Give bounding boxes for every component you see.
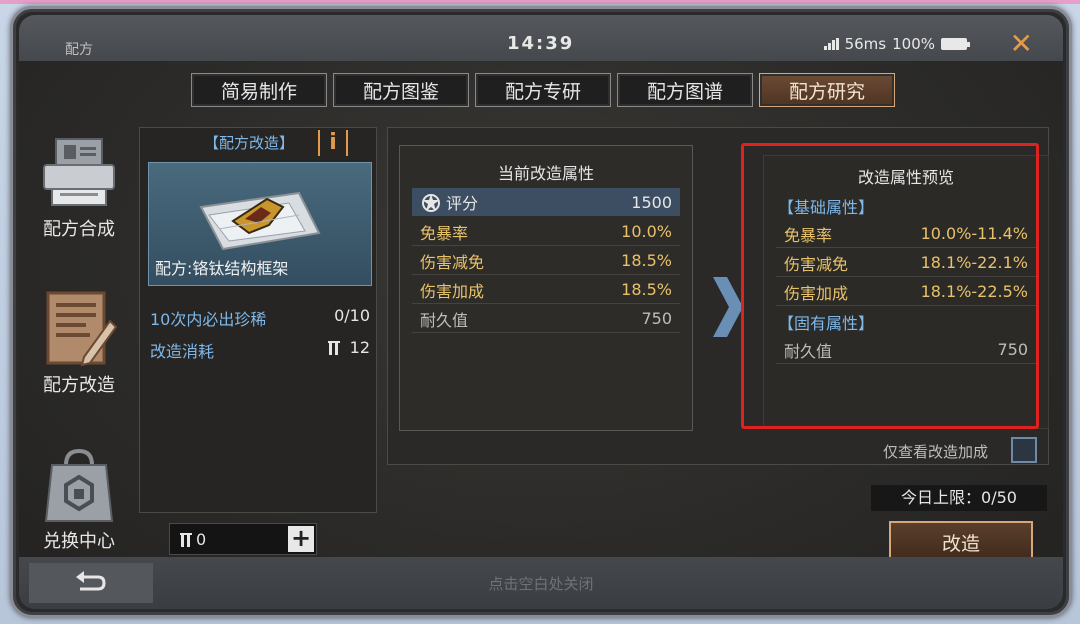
sidebar-item-recipe-synthesis[interactable]: 配方合成 [27,135,131,241]
attr-label: 免暴率 [420,223,469,243]
background-strip [0,0,1080,4]
tap-to-close-hint: 点击空白处关闭 [488,575,594,593]
sidebar-item-exchange-center[interactable]: 兑换中心 [27,447,131,553]
only-view-label: 仅查看改造加成 [883,443,989,461]
attr-value: 10.0% [621,222,672,241]
star-badge-icon [422,194,440,212]
battery-icon [941,38,970,50]
preview-attr-row: 伤害减免 18.1%-22.1% [776,249,1036,277]
device-frame: 配方 14:39 56ms 100% ✕ 简易制作 配方图鉴 配方专研 配方图谱… [10,6,1072,618]
guarantee-row: 10次内必出珍稀 0/10 [150,306,370,330]
attr-row: 伤害加成 18.5% [412,276,680,304]
plus-button[interactable]: + [288,526,314,552]
test-tube-icon [327,340,340,355]
basic-attributes-label: 【基础属性】 [778,198,875,217]
cost-row: 改造消耗 12 [150,338,370,362]
sidebar-item-label: 兑换中心 [43,531,115,552]
attr-value: 18.5% [621,280,672,299]
cost-value-group: 12 [327,338,370,362]
sidebar-item-recipe-modify[interactable]: 配方改造 [27,291,131,397]
tab-bar: 简易制作 配方图鉴 配方专研 配方图谱 配方研究 [191,73,895,107]
signal-icon [823,38,839,50]
recipe-header: 【配方改造】 [204,134,295,152]
top-bar: 配方 14:39 56ms 100% ✕ [19,15,1063,61]
preview-attr-row: 耐久值 750 [776,336,1036,364]
attr-label: 伤害减免 [784,254,849,274]
daily-limit: 今日上限：0/50 [871,485,1047,511]
sidebar: 配方合成 配方改造 兑换中心 [19,115,137,555]
quantity-stepper[interactable]: 0 + [169,523,317,555]
score-value: 1500 [631,192,672,212]
attr-value: 18.5% [621,251,672,270]
quantity-display: 0 [180,530,206,549]
chevron-right-icon [709,275,745,343]
current-attributes-box: 当前改造属性 评分 1500 免暴率 10.0% 伤害减免 18.5% 伤害加成… [399,145,693,431]
sidebar-item-label: 配方改造 [43,375,115,396]
score-label: 评分 [446,194,479,213]
attr-label: 耐久值 [784,341,833,361]
close-icon[interactable]: ✕ [1010,27,1033,60]
preview-attr-row: 伤害加成 18.1%-22.5% [776,278,1036,306]
attr-value: 750 [641,309,672,328]
ping-value: 56ms [844,35,887,53]
status-bar: 56ms 100% [823,35,970,53]
attr-value: 18.1%-22.1% [920,253,1028,272]
guarantee-value: 0/10 [334,306,370,325]
fixed-attributes-label: 【固有属性】 [778,314,875,333]
recipe-card[interactable]: 配方:铬钛结构框架 [148,162,372,286]
current-attributes-title: 当前改造属性 [497,164,594,183]
clock: 14:39 [507,33,575,54]
attr-row: 耐久值 750 [412,305,680,333]
score-row: 评分 1500 [412,188,680,216]
recipe-name: 配方:铬钛结构框架 [155,259,289,278]
tab-recipe-research[interactable]: 配方研究 [759,73,895,107]
notepad-pencil-icon [38,291,120,367]
sidebar-item-label: 配方合成 [43,219,115,240]
quantity-value: 0 [196,530,207,549]
battery-value: 100% [892,35,935,53]
attr-row: 伤害减免 18.5% [412,247,680,275]
printer-icon [38,135,120,211]
attr-label: 免暴率 [784,225,833,245]
score-label-group: 评分 [420,190,478,214]
shopping-bag-icon [38,447,120,523]
preview-attributes-title: 改造属性预览 [857,168,954,187]
attr-value: 18.1%-22.5% [920,282,1028,301]
attr-label: 伤害减免 [420,252,485,272]
info-icon[interactable]: i [318,130,348,156]
bottom-bar[interactable]: 点击空白处关闭 [19,557,1063,609]
cost-label: 改造消耗 [150,342,215,361]
attr-label: 伤害加成 [420,281,485,301]
tab-simple-craft[interactable]: 简易制作 [191,73,327,107]
preview-attributes-box: 改造属性预览 【基础属性】 免暴率 10.0%-11.4% 伤害减免 18.1%… [763,155,1049,429]
tab-recipe-catalog[interactable]: 配方图鉴 [333,73,469,107]
tab-recipe-specialty[interactable]: 配方专研 [475,73,611,107]
attr-value: 10.0%-11.4% [920,224,1028,243]
only-view-checkbox[interactable] [1011,437,1037,463]
window-title: 配方 [65,42,93,58]
recipe-panel: 【配方改造】 i 配方:铬钛结构框架 10次内必出珍稀 0/10 改造消耗 12 [139,127,377,513]
preview-attr-row: 免暴率 10.0%-11.4% [776,220,1036,248]
test-tube-icon [180,532,192,547]
recipe-window: 配方 14:39 56ms 100% ✕ 简易制作 配方图鉴 配方专研 配方图谱… [19,15,1063,609]
attr-label: 耐久值 [420,310,469,330]
guarantee-label: 10次内必出珍稀 [150,310,267,329]
attr-label: 伤害加成 [784,283,849,303]
attr-row: 免暴率 10.0% [412,218,680,246]
cost-value: 12 [349,338,370,357]
attr-value: 750 [997,340,1028,359]
tab-recipe-map[interactable]: 配方图谱 [617,73,753,107]
